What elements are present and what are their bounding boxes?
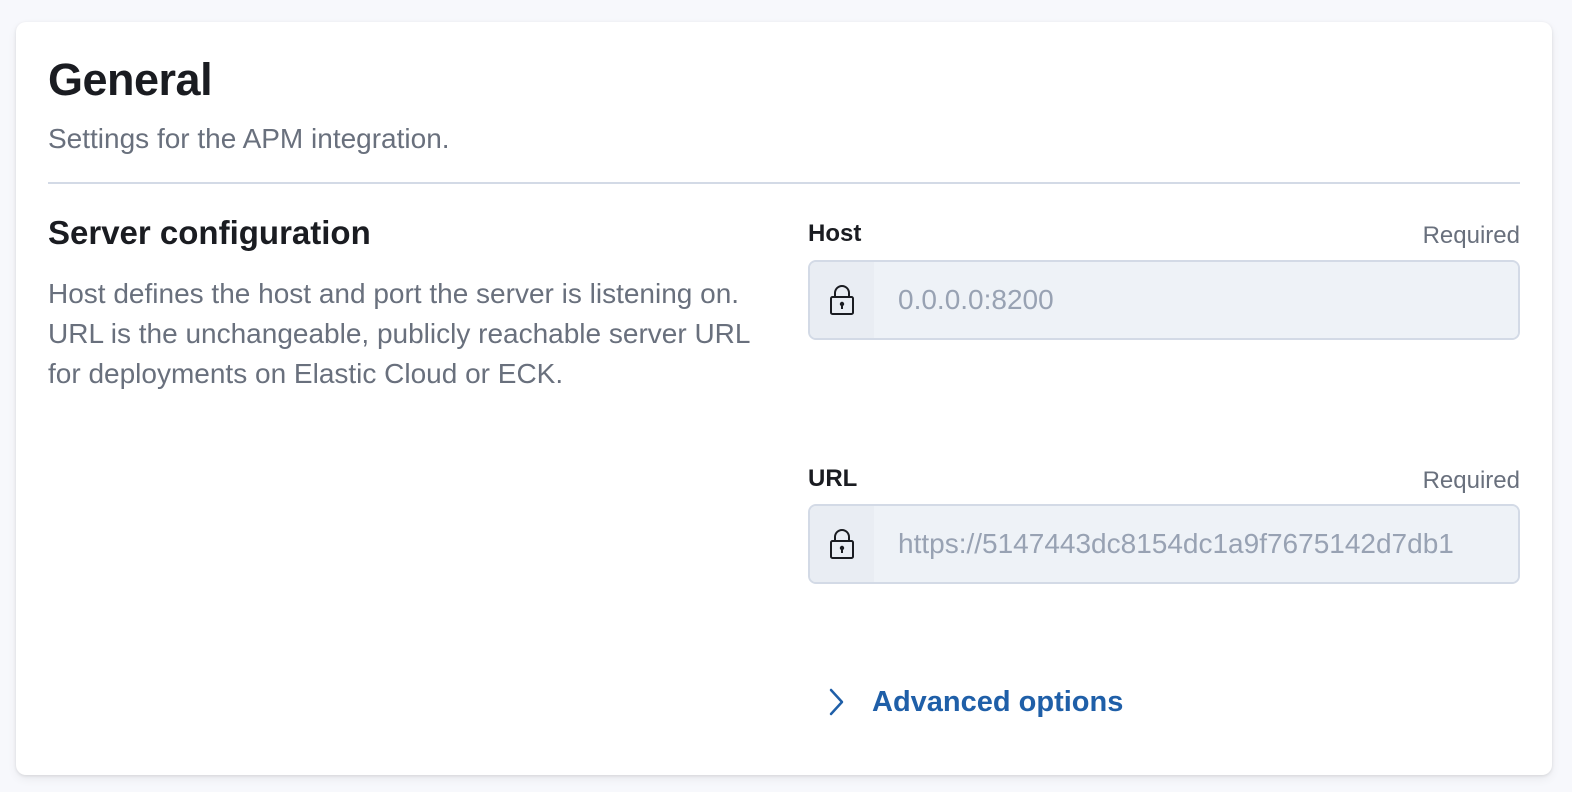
advanced-options-label: Advanced options — [872, 685, 1124, 718]
general-settings-panel: General Settings for the APM integration… — [16, 22, 1552, 775]
section-description: Host defines the host and port the serve… — [48, 278, 750, 389]
panel-subtitle: Settings for the APM integration. — [48, 123, 450, 154]
section-title: Server configuration — [48, 214, 371, 251]
host-field: 0.0.0.0:8200 — [808, 260, 1520, 340]
url-field: https://5147443dc8154dc1a9f7675142d7db1 — [808, 504, 1520, 584]
chevron-right-icon — [824, 682, 848, 722]
panel-title: General — [48, 54, 213, 105]
divider — [48, 182, 1520, 184]
url-required-text: Required — [1422, 467, 1520, 494]
url-input[interactable]: https://5147443dc8154dc1a9f7675142d7db1 — [874, 506, 1518, 582]
host-required-text: Required — [1422, 222, 1520, 249]
lock-icon — [810, 506, 874, 582]
host-label: Host — [808, 220, 862, 247]
advanced-options-toggle[interactable]: Advanced options — [824, 682, 1123, 722]
host-input[interactable]: 0.0.0.0:8200 — [874, 262, 1518, 338]
url-label: URL — [808, 465, 858, 492]
lock-icon — [810, 262, 874, 338]
